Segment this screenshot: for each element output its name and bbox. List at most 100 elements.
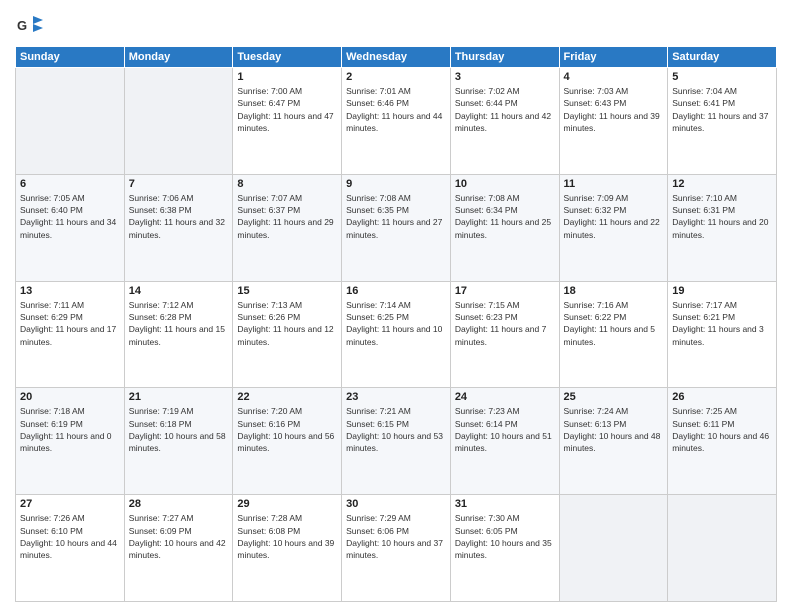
day-number: 23 [346, 391, 446, 403]
day-cell: 19 Sunrise: 7:17 AM Sunset: 6:21 PM Dayli… [668, 281, 777, 388]
day-cell: 20 Sunrise: 7:18 AM Sunset: 6:19 PM Dayli… [16, 388, 125, 495]
day-number: 5 [672, 71, 772, 83]
day-cell: 15 Sunrise: 7:13 AM Sunset: 6:26 PM Dayli… [233, 281, 342, 388]
day-cell: 5 Sunrise: 7:04 AM Sunset: 6:41 PM Daylig… [668, 68, 777, 175]
day-cell [16, 68, 125, 175]
day-info: Sunrise: 7:19 AM Sunset: 6:18 PM Dayligh… [129, 405, 229, 454]
day-info: Sunrise: 7:30 AM Sunset: 6:05 PM Dayligh… [455, 512, 555, 561]
day-info: Sunrise: 7:29 AM Sunset: 6:06 PM Dayligh… [346, 512, 446, 561]
day-cell: 13 Sunrise: 7:11 AM Sunset: 6:29 PM Dayli… [16, 281, 125, 388]
day-number: 24 [455, 391, 555, 403]
day-number: 16 [346, 285, 446, 297]
day-number: 21 [129, 391, 229, 403]
day-number: 12 [672, 178, 772, 190]
day-info: Sunrise: 7:12 AM Sunset: 6:28 PM Dayligh… [129, 299, 229, 348]
day-info: Sunrise: 7:13 AM Sunset: 6:26 PM Dayligh… [237, 299, 337, 348]
day-number: 27 [20, 498, 120, 510]
day-cell [559, 495, 668, 602]
day-number: 19 [672, 285, 772, 297]
day-cell: 3Sunrise: 7:02 AM Sunset: 6:44 PM Daylig… [450, 68, 559, 175]
day-info: Sunrise: 7:18 AM Sunset: 6:19 PM Dayligh… [20, 405, 120, 454]
logo-icon: G [15, 10, 43, 38]
day-cell: 24 Sunrise: 7:23 AM Sunset: 6:14 PM Dayli… [450, 388, 559, 495]
day-info: Sunrise: 7:01 AM Sunset: 6:46 PM Dayligh… [346, 85, 446, 134]
day-info: Sunrise: 7:10 AM Sunset: 6:31 PM Dayligh… [672, 192, 772, 241]
day-cell: 25 Sunrise: 7:24 AM Sunset: 6:13 PM Dayli… [559, 388, 668, 495]
weekday-sunday: Sunday [16, 47, 125, 68]
day-info: Sunrise: 7:28 AM Sunset: 6:08 PM Dayligh… [237, 512, 337, 561]
day-cell: 4 Sunrise: 7:03 AM Sunset: 6:43 PM Daylig… [559, 68, 668, 175]
day-number: 22 [237, 391, 337, 403]
day-number: 1 [237, 71, 337, 83]
day-number: 13 [20, 285, 120, 297]
day-info: Sunrise: 7:26 AM Sunset: 6:10 PM Dayligh… [20, 512, 120, 561]
day-info: Sunrise: 7:03 AM Sunset: 6:43 PM Dayligh… [564, 85, 664, 134]
weekday-friday: Friday [559, 47, 668, 68]
day-cell: 16 Sunrise: 7:14 AM Sunset: 6:25 PM Dayli… [342, 281, 451, 388]
day-number: 10 [455, 178, 555, 190]
day-number: 30 [346, 498, 446, 510]
day-info: Sunrise: 7:25 AM Sunset: 6:11 PM Dayligh… [672, 405, 772, 454]
day-cell: 28Sunrise: 7:27 AM Sunset: 6:09 PM Dayli… [124, 495, 233, 602]
day-cell: 29 Sunrise: 7:28 AM Sunset: 6:08 PM Dayli… [233, 495, 342, 602]
week-row-4: 20 Sunrise: 7:18 AM Sunset: 6:19 PM Dayli… [16, 388, 777, 495]
week-row-3: 13 Sunrise: 7:11 AM Sunset: 6:29 PM Dayli… [16, 281, 777, 388]
day-cell: 8Sunrise: 7:07 AM Sunset: 6:37 PM Daylig… [233, 174, 342, 281]
day-number: 15 [237, 285, 337, 297]
day-number: 2 [346, 71, 446, 83]
day-number: 6 [20, 178, 120, 190]
weekday-thursday: Thursday [450, 47, 559, 68]
day-number: 26 [672, 391, 772, 403]
day-number: 17 [455, 285, 555, 297]
day-cell [668, 495, 777, 602]
day-cell: 21 Sunrise: 7:19 AM Sunset: 6:18 PM Dayli… [124, 388, 233, 495]
day-cell: 18Sunrise: 7:16 AM Sunset: 6:22 PM Dayli… [559, 281, 668, 388]
calendar-page: G SundayMondayTuesdayWednesdayThursdayFr… [0, 0, 792, 612]
day-info: Sunrise: 7:17 AM Sunset: 6:21 PM Dayligh… [672, 299, 772, 348]
day-number: 29 [237, 498, 337, 510]
day-number: 20 [20, 391, 120, 403]
day-cell: 30 Sunrise: 7:29 AM Sunset: 6:06 PM Dayli… [342, 495, 451, 602]
day-info: Sunrise: 7:21 AM Sunset: 6:15 PM Dayligh… [346, 405, 446, 454]
day-info: Sunrise: 7:14 AM Sunset: 6:25 PM Dayligh… [346, 299, 446, 348]
weekday-saturday: Saturday [668, 47, 777, 68]
day-info: Sunrise: 7:23 AM Sunset: 6:14 PM Dayligh… [455, 405, 555, 454]
day-number: 3 [455, 71, 555, 83]
day-cell: 27 Sunrise: 7:26 AM Sunset: 6:10 PM Dayli… [16, 495, 125, 602]
day-number: 28 [129, 498, 229, 510]
day-info: Sunrise: 7:00 AM Sunset: 6:47 PM Dayligh… [237, 85, 337, 134]
day-cell: 1 Sunrise: 7:00 AM Sunset: 6:47 PM Daylig… [233, 68, 342, 175]
day-number: 4 [564, 71, 664, 83]
day-cell: 7 Sunrise: 7:06 AM Sunset: 6:38 PM Daylig… [124, 174, 233, 281]
day-cell [124, 68, 233, 175]
day-number: 31 [455, 498, 555, 510]
day-info: Sunrise: 7:16 AM Sunset: 6:22 PM Dayligh… [564, 299, 664, 348]
logo: G [15, 10, 47, 38]
day-info: Sunrise: 7:04 AM Sunset: 6:41 PM Dayligh… [672, 85, 772, 134]
day-cell: 2 Sunrise: 7:01 AM Sunset: 6:46 PM Daylig… [342, 68, 451, 175]
day-info: Sunrise: 7:09 AM Sunset: 6:32 PM Dayligh… [564, 192, 664, 241]
day-number: 9 [346, 178, 446, 190]
day-cell: 31 Sunrise: 7:30 AM Sunset: 6:05 PM Dayli… [450, 495, 559, 602]
day-info: Sunrise: 7:08 AM Sunset: 6:34 PM Dayligh… [455, 192, 555, 241]
day-number: 7 [129, 178, 229, 190]
day-info: Sunrise: 7:11 AM Sunset: 6:29 PM Dayligh… [20, 299, 120, 348]
day-info: Sunrise: 7:15 AM Sunset: 6:23 PM Dayligh… [455, 299, 555, 348]
day-info: Sunrise: 7:07 AM Sunset: 6:37 PM Dayligh… [237, 192, 337, 241]
day-cell: 22 Sunrise: 7:20 AM Sunset: 6:16 PM Dayli… [233, 388, 342, 495]
calendar-table: SundayMondayTuesdayWednesdayThursdayFrid… [15, 46, 777, 602]
week-row-1: 1 Sunrise: 7:00 AM Sunset: 6:47 PM Daylig… [16, 68, 777, 175]
week-row-2: 6 Sunrise: 7:05 AM Sunset: 6:40 PM Daylig… [16, 174, 777, 281]
weekday-header-row: SundayMondayTuesdayWednesdayThursdayFrid… [16, 47, 777, 68]
weekday-tuesday: Tuesday [233, 47, 342, 68]
day-info: Sunrise: 7:24 AM Sunset: 6:13 PM Dayligh… [564, 405, 664, 454]
day-cell: 9Sunrise: 7:08 AM Sunset: 6:35 PM Daylig… [342, 174, 451, 281]
weekday-monday: Monday [124, 47, 233, 68]
day-number: 11 [564, 178, 664, 190]
day-number: 25 [564, 391, 664, 403]
day-info: Sunrise: 7:05 AM Sunset: 6:40 PM Dayligh… [20, 192, 120, 241]
day-info: Sunrise: 7:20 AM Sunset: 6:16 PM Dayligh… [237, 405, 337, 454]
weekday-wednesday: Wednesday [342, 47, 451, 68]
day-info: Sunrise: 7:06 AM Sunset: 6:38 PM Dayligh… [129, 192, 229, 241]
day-number: 14 [129, 285, 229, 297]
